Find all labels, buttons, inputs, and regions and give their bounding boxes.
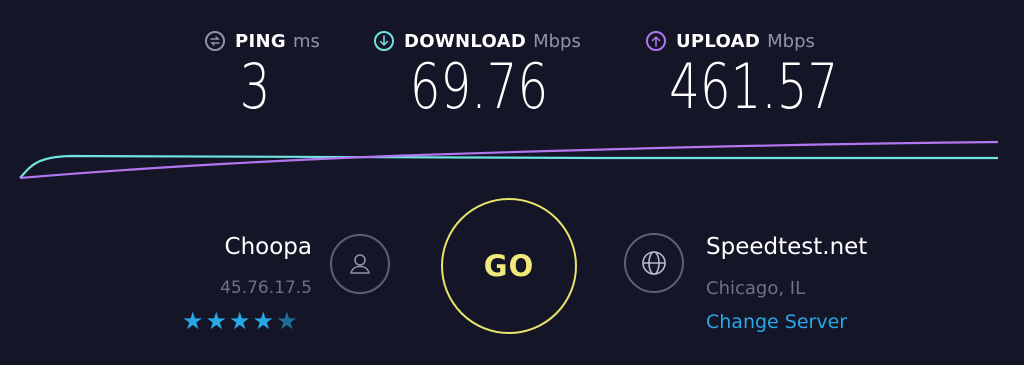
ping-label: PING xyxy=(235,30,286,52)
ping-icon xyxy=(205,31,225,51)
upload-metric: UPLOAD Mbps 461.57 xyxy=(646,28,846,118)
go-button-label: GO xyxy=(483,249,535,283)
ping-value: 3 xyxy=(239,50,271,123)
isp-ip-address: 45.76.17.5 xyxy=(220,278,312,298)
download-unit: Mbps xyxy=(533,30,581,52)
download-label: DOWNLOAD xyxy=(404,30,527,52)
half-star-icon: ★ xyxy=(276,307,298,335)
speed-graph xyxy=(19,140,999,180)
isp-user-button[interactable] xyxy=(330,234,390,294)
download-arrow-icon xyxy=(374,31,394,51)
download-value: 69.76 xyxy=(409,50,549,123)
upload-speed-line xyxy=(19,140,999,180)
star-icon: ★ xyxy=(182,307,204,335)
server-location: Chicago, IL xyxy=(706,278,806,299)
go-button[interactable]: GO xyxy=(441,198,577,334)
ping-unit: ms xyxy=(292,30,320,52)
user-icon xyxy=(350,254,370,274)
server-globe-button[interactable] xyxy=(624,233,684,293)
isp-name: Choopa xyxy=(224,234,312,260)
star-icon: ★ xyxy=(205,307,228,335)
server-name: Speedtest.net xyxy=(706,234,868,260)
star-icon: ★ xyxy=(229,307,251,335)
upload-unit: Mbps xyxy=(767,30,815,52)
change-server-link[interactable]: Change Server xyxy=(706,311,847,333)
download-metric: DOWNLOAD Mbps 69.76 xyxy=(374,28,604,118)
upload-arrow-icon xyxy=(646,31,666,51)
globe-icon xyxy=(642,251,666,275)
star-icon: ★ xyxy=(252,307,275,335)
isp-rating: ★ ★ ★ ★ ★ xyxy=(182,309,298,333)
upload-label: UPLOAD xyxy=(676,30,761,52)
ping-metric: PING ms 3 xyxy=(205,28,335,118)
upload-value: 461.57 xyxy=(669,50,839,123)
